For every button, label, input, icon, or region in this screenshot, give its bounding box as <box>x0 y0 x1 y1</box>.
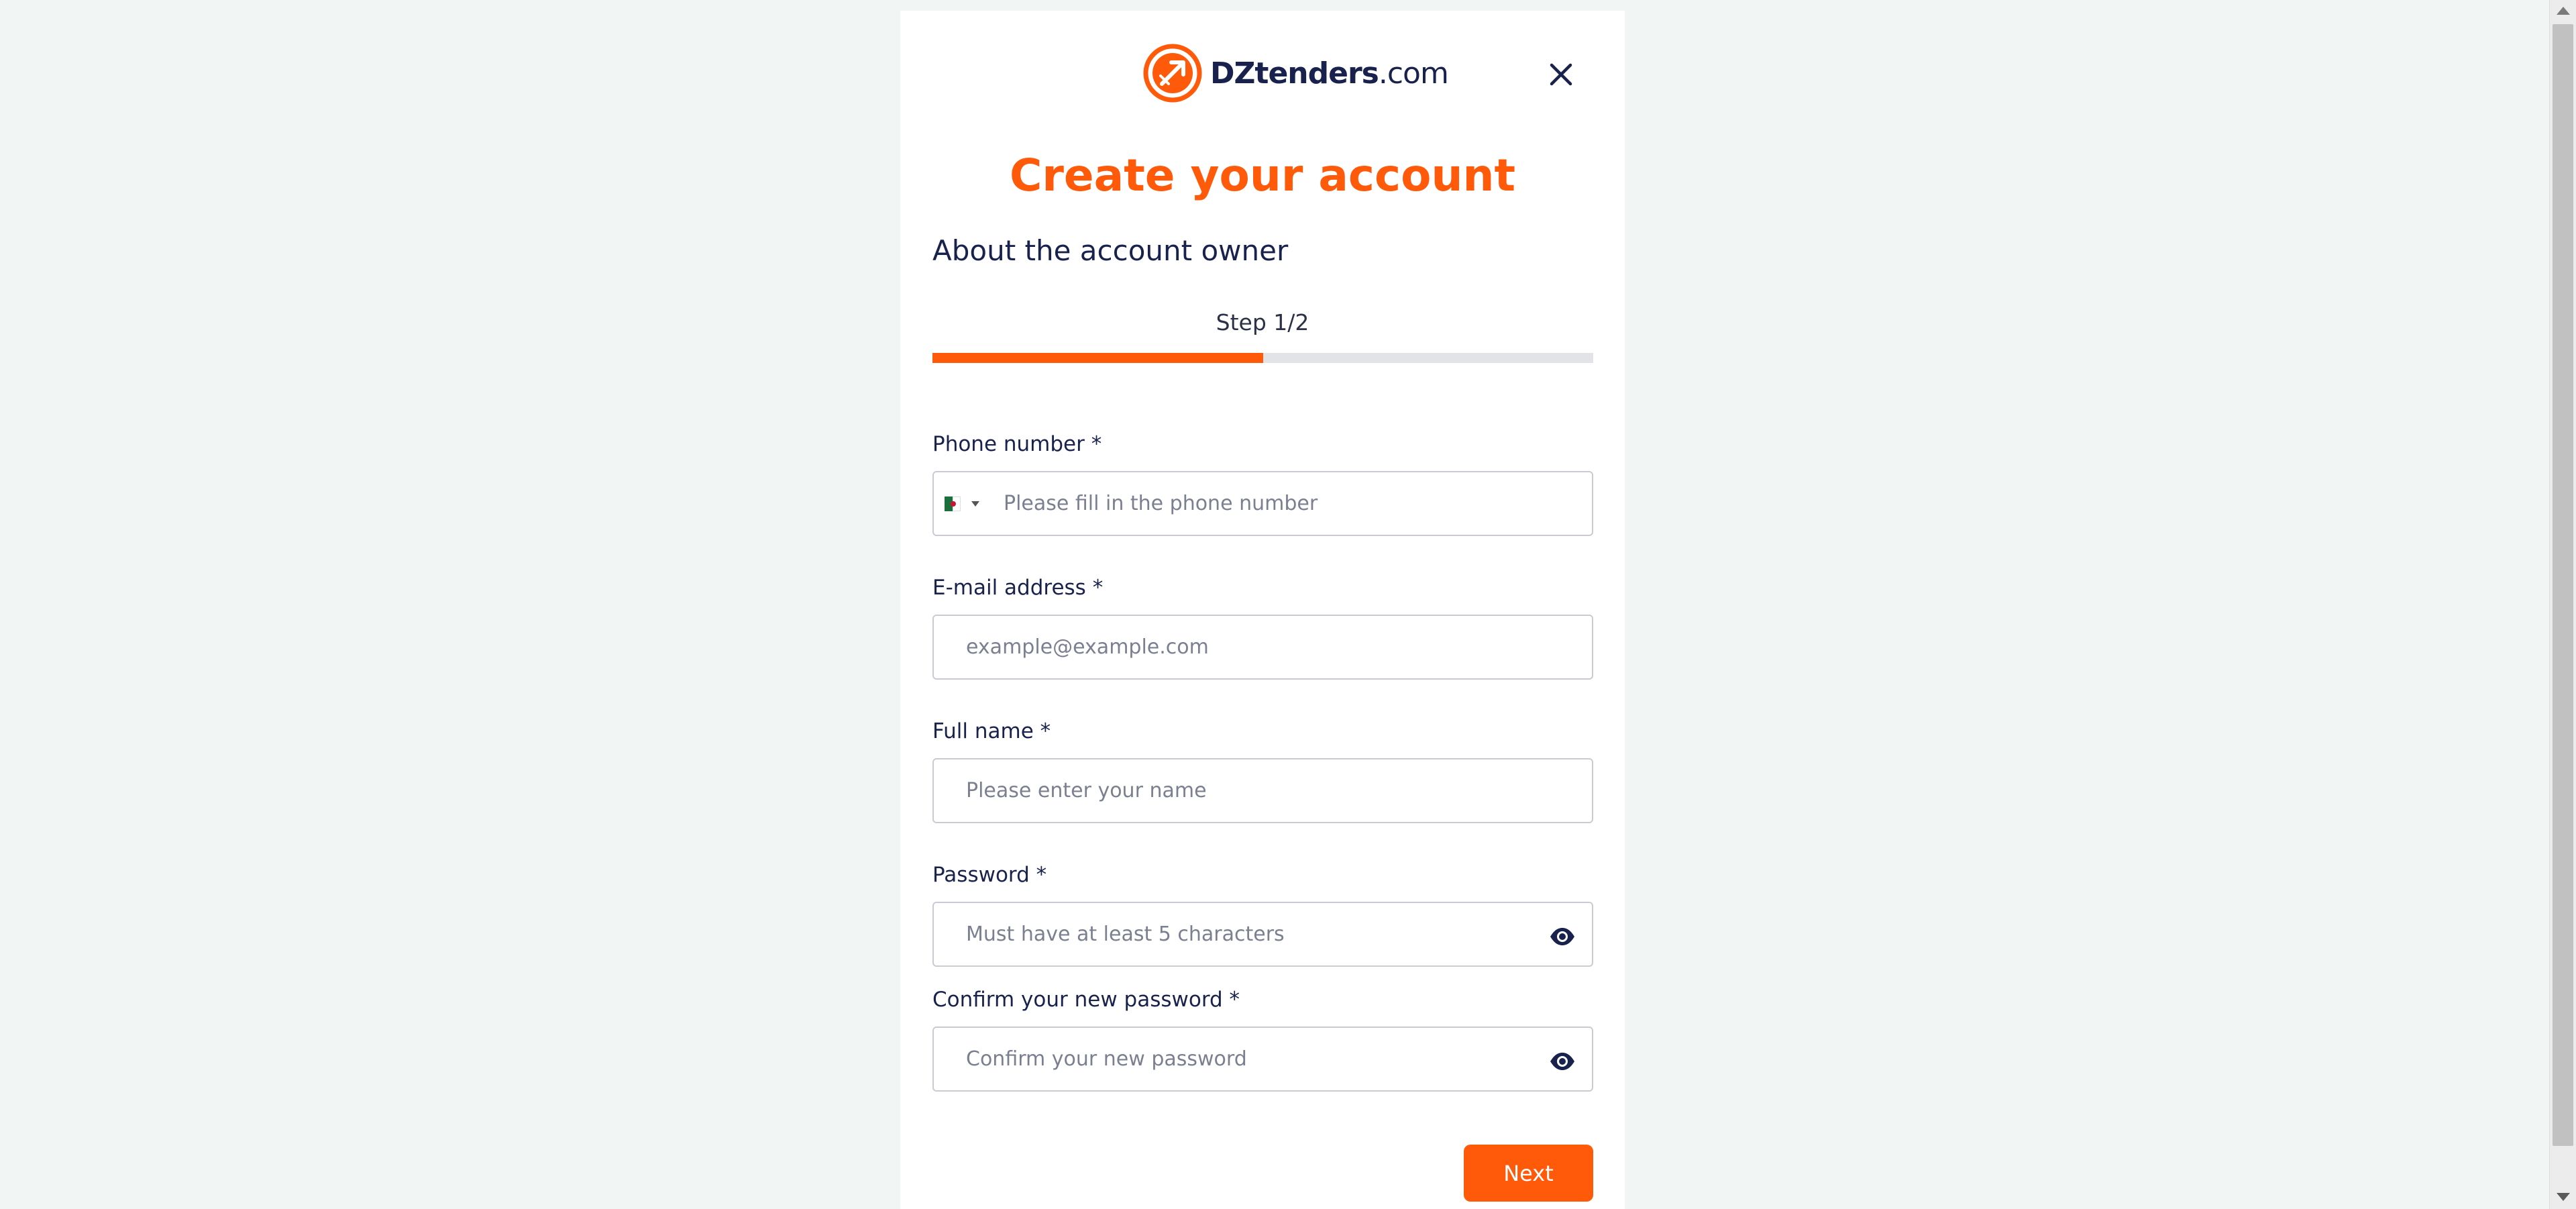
vertical-scrollbar[interactable] <box>2549 0 2576 1209</box>
password-field <box>932 902 1593 967</box>
confirm-password-field <box>932 1027 1593 1092</box>
full-name-field <box>932 758 1593 823</box>
eye-icon <box>1550 928 1574 945</box>
scroll-down-icon[interactable] <box>2557 1193 2570 1201</box>
signup-modal: DZtenders.com Create your account About … <box>900 11 1625 1209</box>
progress-bar <box>932 353 1593 363</box>
phone-input[interactable] <box>1004 472 1554 535</box>
section-title: About the account owner <box>932 234 1289 267</box>
close-button[interactable] <box>1544 58 1578 91</box>
password-input[interactable] <box>966 903 1516 965</box>
confirm-password-label: Confirm your new password * <box>932 988 1240 1012</box>
scroll-thumb[interactable] <box>2553 24 2573 1146</box>
phone-field <box>932 471 1593 536</box>
email-input[interactable] <box>966 616 1516 678</box>
logo-text: DZtenders.com <box>1210 56 1449 91</box>
brand-logo[interactable]: DZtenders.com <box>1142 42 1449 105</box>
full-name-label: Full name * <box>932 719 1051 743</box>
phone-label: Phone number * <box>932 432 1102 456</box>
dztenders-logo-icon <box>1143 44 1202 103</box>
show-confirm-password-button[interactable] <box>1549 1052 1576 1071</box>
show-password-button[interactable] <box>1549 927 1576 946</box>
full-name-input[interactable] <box>966 759 1516 822</box>
chevron-down-icon <box>971 501 979 507</box>
confirm-password-input[interactable] <box>966 1028 1516 1090</box>
close-icon <box>1550 63 1572 86</box>
country-code-select[interactable] <box>945 472 979 535</box>
step-indicator: Step 1/2 <box>1216 309 1309 335</box>
email-label: E-mail address * <box>932 576 1104 600</box>
email-field <box>932 615 1593 680</box>
algeria-flag-icon <box>945 496 961 511</box>
progress-bar-fill <box>932 353 1263 363</box>
next-button[interactable]: Next <box>1464 1145 1593 1202</box>
eye-icon <box>1550 1053 1574 1070</box>
password-label: Password * <box>932 863 1047 887</box>
page-title: Create your account <box>1009 150 1516 201</box>
scroll-up-icon[interactable] <box>2557 7 2570 15</box>
